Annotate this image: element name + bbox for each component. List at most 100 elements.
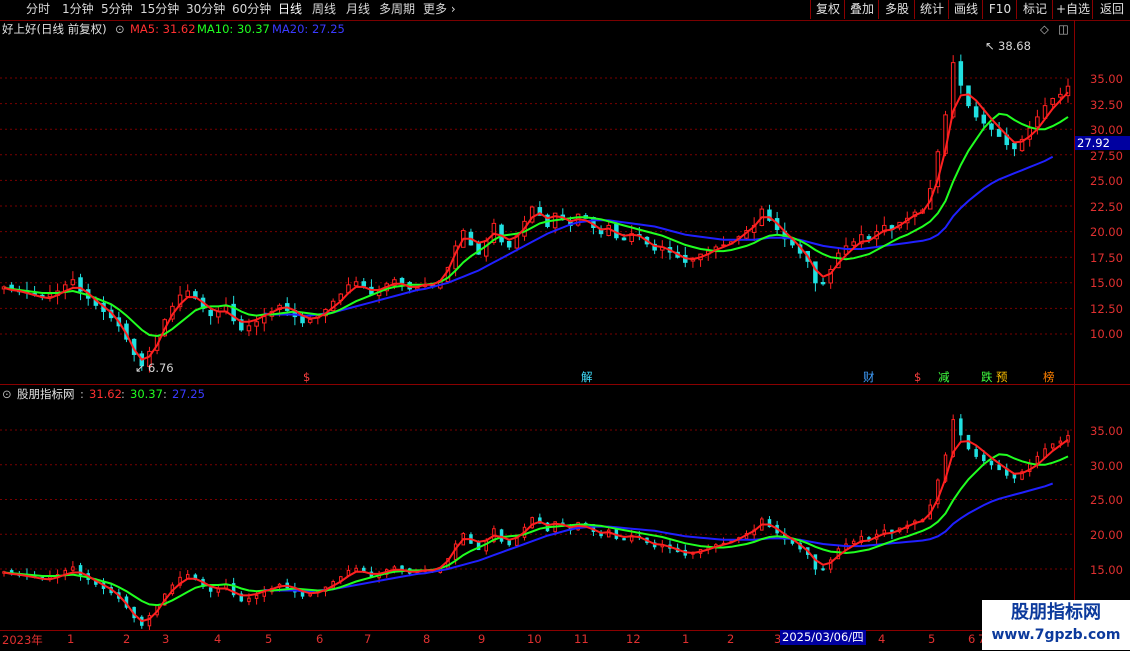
main-candle-body	[262, 316, 267, 324]
event-marker-reduce[interactable]: 减	[938, 370, 950, 384]
sub-candle-body	[821, 568, 825, 571]
sub-candle-body	[484, 540, 488, 552]
sub-y-tick: 20.00	[1090, 528, 1123, 542]
x-tick: 7	[364, 632, 372, 646]
x-tick: 5	[928, 632, 936, 646]
sub-candle-body	[354, 567, 358, 572]
sub-candle-body	[867, 537, 871, 540]
current-price-tag: 27.92	[1075, 136, 1130, 150]
event-marker-financial[interactable]: 财	[863, 370, 875, 384]
sub-candle-body	[997, 464, 1001, 471]
main-candle-body	[981, 114, 987, 124]
sub-candle-body	[989, 460, 994, 466]
sub-y-tick: 30.00	[1090, 459, 1123, 473]
watermark-title: 股朋指标网	[1011, 602, 1101, 623]
sub-candle-body	[254, 594, 259, 599]
main-candle-body	[866, 236, 872, 240]
sub-candle-body	[1058, 440, 1063, 444]
high-marker-arrow: ↖	[985, 39, 995, 53]
low-marker-arrow: ↙	[135, 361, 145, 375]
y-tick: 35.00	[1090, 72, 1123, 86]
sub-candle-body	[982, 454, 986, 462]
crosshair-date: 2025/03/06/四	[780, 630, 866, 645]
watermark-url: www.7gpzb.com	[991, 627, 1121, 643]
y-tick: 22.50	[1090, 200, 1123, 214]
sub-ma10-line	[3, 453, 1069, 607]
x-tick: 8	[423, 632, 431, 646]
sub-candle-body	[208, 587, 213, 592]
sub-candle-body	[1012, 473, 1017, 479]
main-candle-body	[246, 325, 252, 332]
sub-candle-body	[622, 538, 626, 541]
x-tick: 9	[478, 632, 486, 646]
x-tick: 1	[682, 632, 690, 646]
main-candle-body	[353, 281, 359, 287]
main-candle-body	[1035, 116, 1040, 128]
sub-y-tick: 35.00	[1090, 424, 1123, 438]
x-tick: 6	[316, 632, 324, 646]
main-candle-body	[483, 240, 489, 257]
main-ma20-line	[264, 155, 1054, 317]
y-tick: 10.00	[1090, 327, 1123, 341]
sub-candle-body	[851, 540, 856, 545]
main-candle-body	[506, 240, 512, 248]
main-candle-body	[958, 61, 964, 86]
main-candle-body	[307, 319, 313, 323]
y-tick: 17.50	[1090, 251, 1123, 265]
main-candle-body	[399, 277, 405, 284]
x-tick: 4	[878, 632, 886, 646]
x-tick: 2023年	[2, 633, 43, 647]
sub-candle-body	[499, 529, 504, 542]
event-marker-dividend-2[interactable]: $	[914, 370, 921, 384]
sub-y-tick: 15.00	[1090, 563, 1123, 577]
kline-chart[interactable]	[0, 0, 1130, 650]
main-candle-body	[254, 321, 259, 327]
y-tick: 30.00	[1090, 123, 1123, 137]
main-candle-body	[621, 237, 627, 241]
x-tick: 2	[123, 632, 131, 646]
sub-candle-body	[959, 418, 963, 436]
x-tick: 2	[727, 632, 735, 646]
x-tick: 1	[67, 632, 75, 646]
x-tick: 11	[574, 632, 589, 646]
sub-candle-body	[1035, 455, 1040, 464]
main-candle-body	[361, 281, 367, 287]
event-marker-forecast[interactable]: 预	[996, 370, 1008, 384]
sub-candle-body	[813, 554, 818, 570]
x-tick: 6	[968, 632, 976, 646]
low-price-label: 6.76	[148, 361, 174, 375]
y-tick: 12.50	[1090, 302, 1123, 316]
main-candle-body	[499, 224, 504, 243]
x-tick: 4	[214, 632, 222, 646]
sub-candle-body	[247, 597, 251, 603]
main-candle-body	[185, 290, 190, 298]
main-candle-body	[208, 309, 213, 317]
main-candle-body	[1012, 142, 1017, 150]
main-candle-body	[1050, 97, 1055, 105]
main-candle-body	[851, 241, 856, 246]
main-candle-body	[47, 293, 53, 298]
sub-candle-body	[507, 540, 511, 546]
x-tick: 12	[626, 632, 641, 646]
event-marker-dividend[interactable]: $	[303, 370, 310, 384]
sub-candle-body	[362, 567, 366, 572]
main-candle-body	[813, 261, 818, 284]
main-ma10-line	[3, 112, 1069, 338]
main-candle-body	[70, 279, 76, 286]
event-marker-fall[interactable]: 跌	[981, 370, 993, 384]
main-candle-body	[989, 123, 994, 130]
y-tick: 32.50	[1090, 98, 1123, 112]
main-candle-body	[606, 224, 611, 237]
sub-y-tick: 25.00	[1090, 493, 1123, 507]
event-marker-list[interactable]: 榜	[1043, 370, 1055, 384]
sub-candle-body	[400, 565, 404, 570]
sub-candle-body	[71, 566, 75, 571]
watermark-logo: 股朋指标网 www.7gpzb.com	[982, 600, 1130, 650]
time-axis	[0, 630, 1130, 651]
event-marker-unlock[interactable]: 解	[581, 370, 593, 384]
x-tick: 3	[162, 632, 170, 646]
y-tick: 25.00	[1090, 174, 1123, 188]
main-candle-body	[1058, 93, 1063, 98]
high-price-label: 38.68	[998, 39, 1031, 53]
main-candle-body	[996, 128, 1002, 137]
